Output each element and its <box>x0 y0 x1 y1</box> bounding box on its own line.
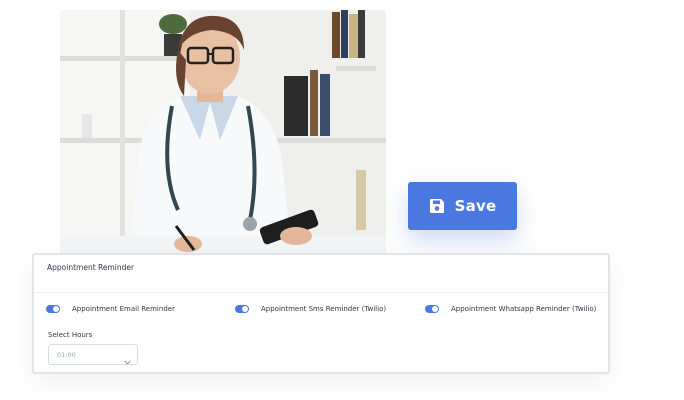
panel-title: Appointment Reminder <box>47 263 135 272</box>
sms-reminder-label: Appointment Sms Reminder (Twilio) <box>261 305 387 313</box>
whatsapp-reminder-switch[interactable] <box>425 305 439 313</box>
panel-header: Appointment Reminder <box>34 255 608 293</box>
select-hours-dropdown[interactable]: 01:00 <box>48 344 138 365</box>
email-reminder-switch[interactable] <box>46 305 60 313</box>
select-hours-label: Select Hours <box>48 331 93 339</box>
toggle-whatsapp-reminder[interactable]: Appointment Whatsapp Reminder (Twilio) <box>425 305 596 313</box>
save-button-label: Save <box>454 197 497 215</box>
floppy-disk-icon <box>429 198 445 214</box>
sms-reminder-switch[interactable] <box>235 305 249 313</box>
save-button[interactable]: Save <box>408 182 517 230</box>
select-hours-value: 01:00 <box>57 350 76 359</box>
page: Save Appointment Reminder Appointment Em… <box>0 0 684 400</box>
reminder-toggles: Appointment Email Reminder Appointment S… <box>34 305 608 317</box>
toggle-email-reminder[interactable]: Appointment Email Reminder <box>46 305 175 313</box>
whatsapp-reminder-label: Appointment Whatsapp Reminder (Twilio) <box>451 305 597 313</box>
chevron-down-icon <box>124 352 131 365</box>
email-reminder-label: Appointment Email Reminder <box>72 305 175 313</box>
appointment-reminder-panel: Appointment Reminder Appointment Email R… <box>32 253 610 374</box>
doctor-photo <box>60 10 386 256</box>
toggle-sms-reminder[interactable]: Appointment Sms Reminder (Twilio) <box>235 305 386 313</box>
